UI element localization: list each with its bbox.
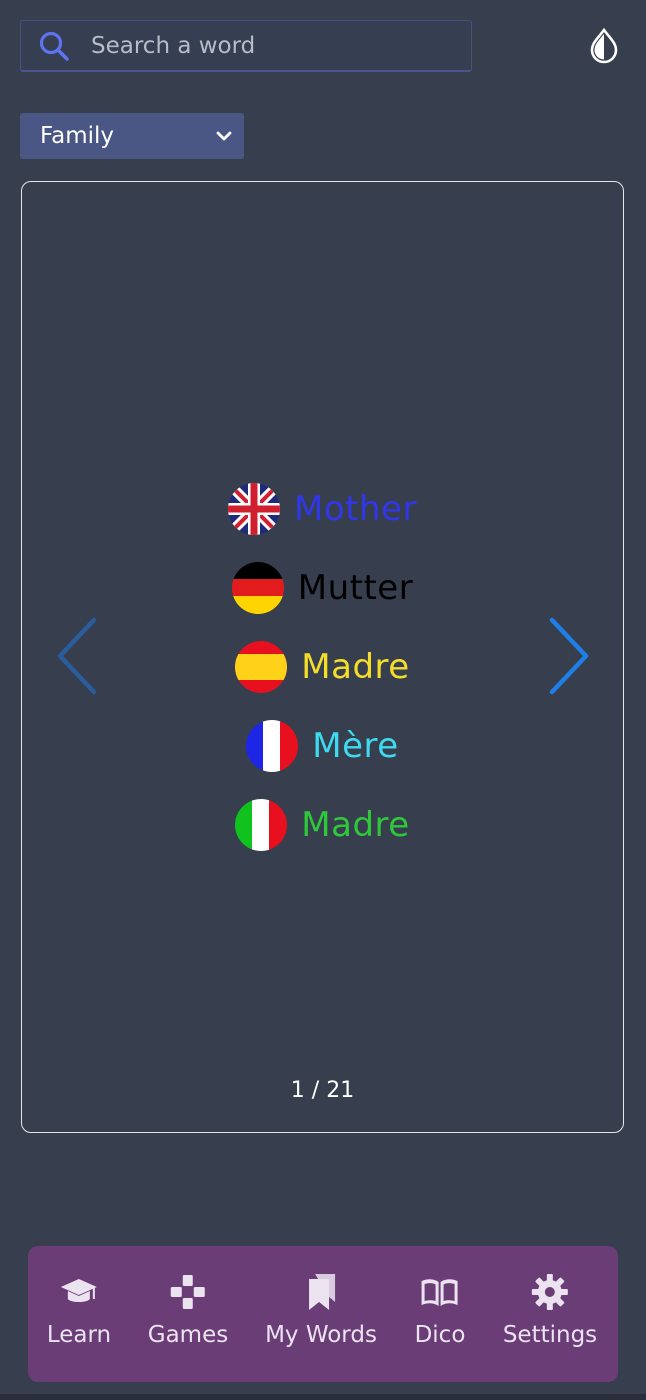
translation-list: Mother Mutter Madre Mère Madre <box>22 469 623 864</box>
nav-label: My Words <box>265 1322 377 1348</box>
flashcard: Mother Mutter Madre Mère Madre 1 / 21 <box>21 181 624 1133</box>
uk-flag-icon <box>228 482 281 535</box>
translation-word: Madre <box>301 646 410 687</box>
nav-label: Learn <box>46 1322 112 1348</box>
theme-toggle-drop-icon[interactable] <box>584 28 624 64</box>
gear-icon <box>532 1274 568 1310</box>
translation-word: Madre <box>301 804 410 845</box>
graduation-cap-icon <box>60 1279 97 1302</box>
germany-flag-icon <box>231 561 284 614</box>
translation-row-german: Mutter <box>22 548 623 627</box>
nav-label: Games <box>147 1322 229 1348</box>
category-select-value: Family <box>40 123 115 149</box>
chevron-down-icon <box>216 131 232 141</box>
translation-word: Mutter <box>297 567 414 608</box>
card-counter: 1 / 21 <box>290 1078 355 1103</box>
bottom-edge <box>0 1394 646 1400</box>
search-box[interactable] <box>20 20 472 72</box>
nav-item-games[interactable]: Games <box>148 1272 228 1348</box>
open-book-icon <box>421 1279 458 1306</box>
translation-row-french: Mère <box>22 706 623 785</box>
italy-flag-icon <box>235 798 288 851</box>
translation-word: Mère <box>312 725 399 766</box>
translation-row-italian: Madre <box>22 785 623 864</box>
spain-flag-icon <box>235 640 288 693</box>
gamepad-icon <box>171 1275 205 1309</box>
nav-label: Dico <box>414 1322 466 1348</box>
nav-item-settings[interactable]: Settings <box>503 1272 597 1348</box>
translation-row-english: Mother <box>22 469 623 548</box>
category-select[interactable]: Family <box>20 113 244 159</box>
nav-item-dico[interactable]: Dico <box>414 1272 466 1348</box>
translation-word: Mother <box>294 488 417 529</box>
nav-label: Settings <box>502 1322 598 1348</box>
france-flag-icon <box>246 719 299 772</box>
nav-item-learn[interactable]: Learn <box>47 1272 111 1348</box>
search-icon <box>39 31 69 61</box>
bookmarks-icon <box>309 1274 335 1310</box>
bottom-navigation: Learn Games My Words Dico Settings <box>28 1246 618 1382</box>
translation-row-spanish: Madre <box>22 627 623 706</box>
nav-item-my-words[interactable]: My Words <box>265 1272 377 1348</box>
search-input[interactable] <box>89 26 471 65</box>
